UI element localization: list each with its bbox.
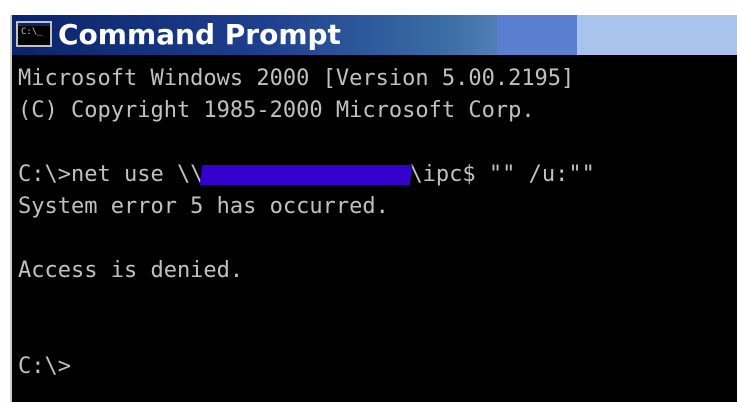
console-prompt[interactable]: C:\> (18, 351, 71, 383)
cmd-icon[interactable]: C:\_ (16, 21, 52, 47)
window-title: Command Prompt (58, 18, 341, 51)
command-prefix: C:\>net use \\ (18, 162, 204, 187)
command-suffix: \ipc$ "" /u:"" (409, 162, 595, 187)
title-bar-gradient-band (497, 15, 577, 55)
command-prompt-window: C:\_ Command Prompt Microsoft Windows 20… (10, 15, 737, 402)
cmd-icon-bar (18, 23, 50, 26)
console-output[interactable]: Microsoft Windows 2000 [Version 5.00.219… (12, 63, 737, 402)
console-line-copyright: (C) Copyright 1985-2000 Microsoft Corp. (18, 98, 535, 123)
title-bar[interactable]: C:\_ Command Prompt (12, 15, 737, 55)
console-line-command: C:\>net use \\ \ipc$ "" /u:"" (18, 159, 595, 191)
console-line-denied: Access is denied. (18, 258, 244, 283)
console-line-version: Microsoft Windows 2000 [Version 5.00.219… (18, 66, 575, 91)
redacted-hostname (200, 165, 413, 185)
title-bar-light-band (577, 15, 737, 55)
cmd-icon-glyph: C:\_ (21, 27, 43, 37)
console-line-error: System error 5 has occurred. (18, 194, 389, 219)
